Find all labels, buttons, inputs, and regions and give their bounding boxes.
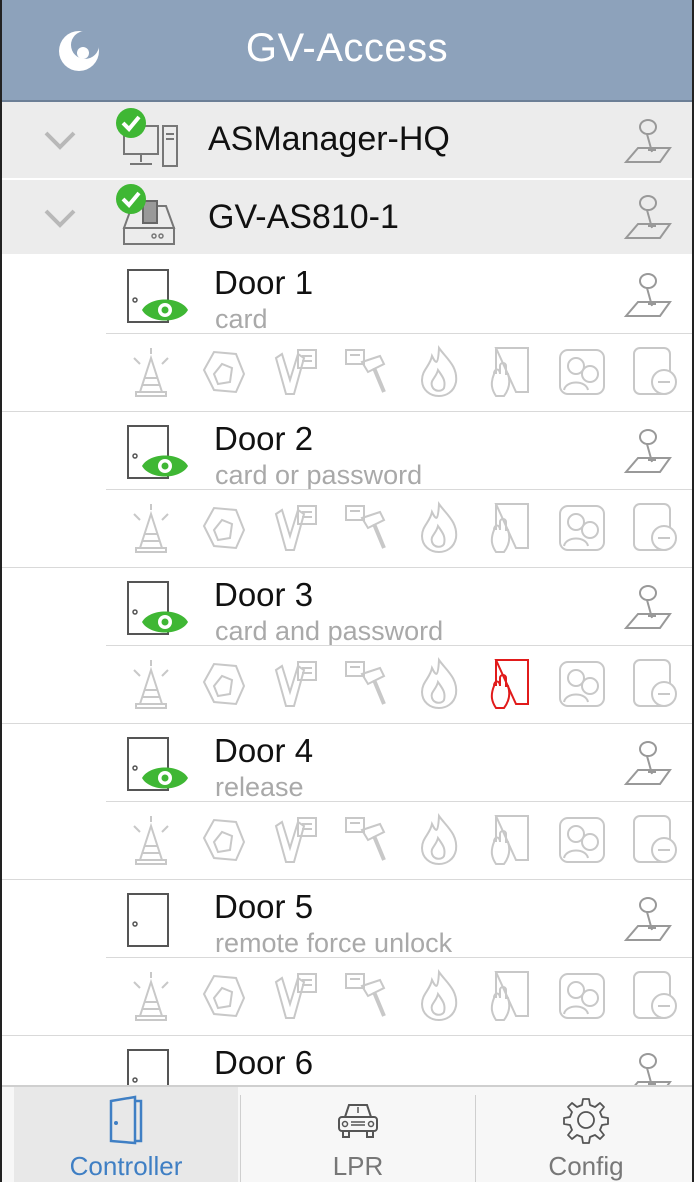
joystick-icon[interactable] bbox=[622, 270, 674, 322]
door-name: Door 4 bbox=[214, 732, 314, 769]
chevron-down-icon[interactable] bbox=[42, 128, 78, 152]
door-minus-icon[interactable] bbox=[628, 656, 682, 710]
eye-icon bbox=[142, 611, 188, 633]
door-row[interactable]: Door 1 card bbox=[2, 256, 692, 334]
tab-label: LPR bbox=[332, 1151, 384, 1181]
door-row[interactable]: Door 6 bbox=[2, 1036, 692, 1085]
server-name: ASManager-HQ bbox=[208, 120, 450, 158]
door-mode: release bbox=[215, 772, 304, 802]
joystick-icon[interactable] bbox=[622, 426, 674, 478]
chevron-down-icon[interactable] bbox=[42, 206, 78, 230]
door-action-bar bbox=[106, 646, 692, 722]
door-name: Door 6 bbox=[214, 1044, 314, 1081]
door-open-hand-icon[interactable] bbox=[484, 812, 538, 866]
status-check-icon bbox=[116, 108, 146, 138]
tab-lpr[interactable]: LPR bbox=[242, 1087, 474, 1182]
tab-bar: Controller LPR Config bbox=[2, 1085, 692, 1182]
tamper-hammer-icon[interactable] bbox=[340, 500, 394, 554]
joystick-icon[interactable] bbox=[622, 192, 674, 244]
duress-people-icon[interactable] bbox=[556, 344, 610, 398]
door-row[interactable]: Door 3 card and password bbox=[2, 568, 692, 646]
door-name: Door 2 bbox=[214, 420, 314, 457]
server-row-asmanager[interactable]: ASManager-HQ bbox=[2, 102, 692, 180]
door-minus-icon[interactable] bbox=[628, 344, 682, 398]
door-row[interactable]: Door 5 remote force unlock bbox=[2, 880, 692, 958]
door-action-bar bbox=[106, 958, 692, 1034]
tab-divider bbox=[240, 1095, 241, 1182]
door-mode: card and password bbox=[215, 616, 444, 646]
forced-open-icon[interactable] bbox=[196, 812, 250, 866]
eye-icon bbox=[142, 455, 188, 477]
door-action-bar bbox=[106, 334, 692, 410]
fire-icon[interactable] bbox=[412, 344, 466, 398]
door-action-bar bbox=[106, 802, 692, 878]
forced-open-icon[interactable] bbox=[196, 656, 250, 710]
eye-icon bbox=[142, 767, 188, 789]
tab-label: Controller bbox=[69, 1151, 183, 1181]
nav-header: GV-Access bbox=[2, 0, 692, 102]
door-minus-icon[interactable] bbox=[628, 500, 682, 554]
tamper-hammer-icon[interactable] bbox=[340, 656, 394, 710]
gear-icon bbox=[563, 1098, 609, 1144]
door-name: Door 1 bbox=[214, 264, 314, 301]
door-open-hand-icon[interactable] bbox=[484, 500, 538, 554]
tamper-hammer-icon[interactable] bbox=[340, 812, 394, 866]
joystick-icon[interactable] bbox=[622, 738, 674, 790]
alarm-cone-icon[interactable] bbox=[124, 656, 178, 710]
tamper-hammer-icon[interactable] bbox=[340, 968, 394, 1022]
door-minus-icon[interactable] bbox=[628, 968, 682, 1022]
status-check-icon bbox=[116, 184, 146, 214]
fire-icon[interactable] bbox=[412, 656, 466, 710]
door-action-bar bbox=[106, 490, 692, 566]
app-frame: GV-Access ASManager-HQ GV-AS810-1 Door 1… bbox=[0, 0, 694, 1182]
forced-open-icon[interactable] bbox=[196, 500, 250, 554]
duress-people-icon[interactable] bbox=[556, 812, 610, 866]
tab-label: Config bbox=[548, 1151, 624, 1181]
device-tree[interactable]: ASManager-HQ GV-AS810-1 Door 1 card Door… bbox=[2, 102, 692, 1085]
door-open-hand-icon[interactable] bbox=[484, 656, 538, 710]
duress-people-icon[interactable] bbox=[556, 656, 610, 710]
joystick-icon[interactable] bbox=[622, 582, 674, 634]
server-name: GV-AS810-1 bbox=[208, 198, 399, 236]
fire-icon[interactable] bbox=[412, 968, 466, 1022]
held-open-icon[interactable] bbox=[268, 812, 322, 866]
alarm-cone-icon[interactable] bbox=[124, 968, 178, 1022]
door-row[interactable]: Door 4 release bbox=[2, 724, 692, 802]
door-name: Door 3 bbox=[214, 576, 314, 613]
door-open-hand-icon[interactable] bbox=[484, 344, 538, 398]
door-mode: card or password bbox=[215, 460, 423, 490]
joystick-icon[interactable] bbox=[622, 1050, 674, 1085]
forced-open-icon[interactable] bbox=[196, 968, 250, 1022]
held-open-icon[interactable] bbox=[268, 968, 322, 1022]
tab-controller[interactable]: Controller bbox=[14, 1087, 238, 1182]
fire-icon[interactable] bbox=[412, 812, 466, 866]
app-title: GV-Access bbox=[245, 26, 449, 70]
alarm-cone-icon[interactable] bbox=[124, 500, 178, 554]
server-row-gv-as810[interactable]: GV-AS810-1 bbox=[2, 180, 692, 256]
door-mode: remote force unlock bbox=[215, 928, 453, 958]
door-icon bbox=[127, 1049, 169, 1085]
door-name: Door 5 bbox=[214, 888, 314, 925]
held-open-icon[interactable] bbox=[268, 656, 322, 710]
duress-people-icon[interactable] bbox=[556, 968, 610, 1022]
alarm-cone-icon[interactable] bbox=[124, 344, 178, 398]
joystick-icon[interactable] bbox=[622, 894, 674, 946]
held-open-icon[interactable] bbox=[268, 344, 322, 398]
door-row[interactable]: Door 2 card or password bbox=[2, 412, 692, 490]
door-icon bbox=[109, 1095, 143, 1145]
door-mode: card bbox=[215, 304, 268, 334]
car-icon bbox=[338, 1104, 378, 1138]
duress-people-icon[interactable] bbox=[556, 500, 610, 554]
door-open-hand-icon[interactable] bbox=[484, 968, 538, 1022]
fire-icon[interactable] bbox=[412, 500, 466, 554]
tamper-hammer-icon[interactable] bbox=[340, 344, 394, 398]
forced-open-icon[interactable] bbox=[196, 344, 250, 398]
alarm-cone-icon[interactable] bbox=[124, 812, 178, 866]
held-open-icon[interactable] bbox=[268, 500, 322, 554]
joystick-icon[interactable] bbox=[622, 116, 674, 168]
door-icon bbox=[127, 893, 169, 947]
tab-config[interactable]: Config bbox=[476, 1087, 692, 1182]
door-minus-icon[interactable] bbox=[628, 812, 682, 866]
eye-icon bbox=[142, 299, 188, 321]
